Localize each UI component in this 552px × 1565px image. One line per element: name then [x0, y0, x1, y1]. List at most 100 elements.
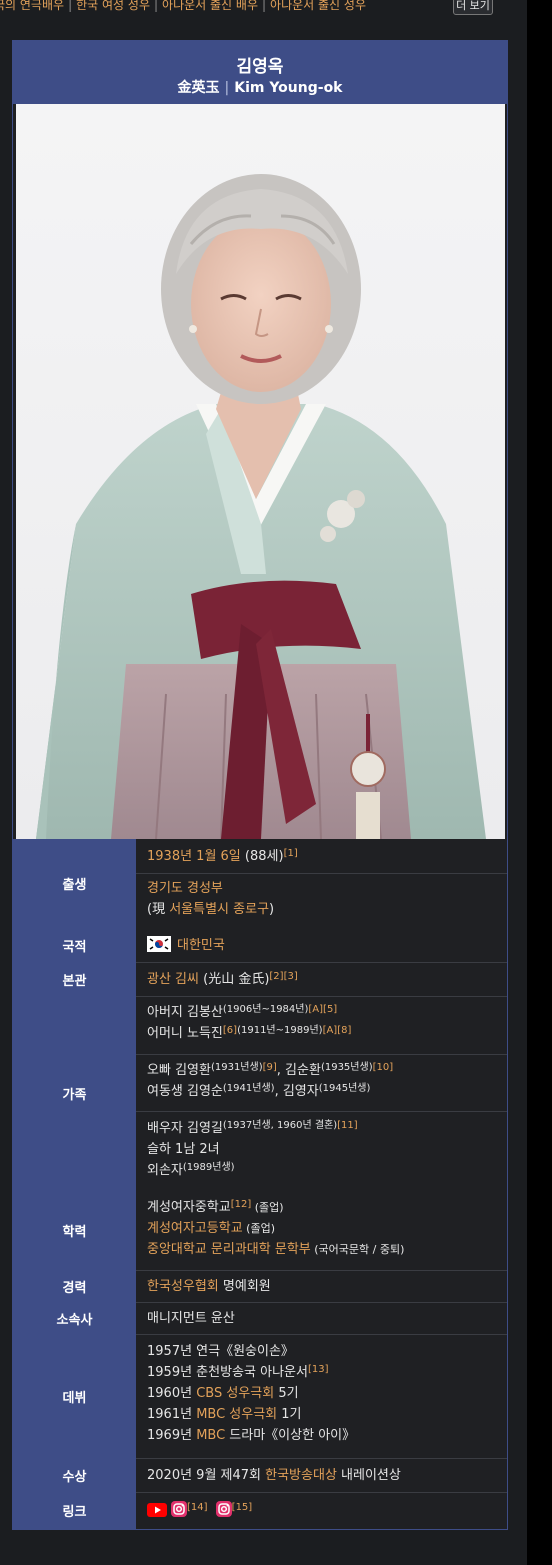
- row-debut: 데뷔 1957년 연극《원숭이손》 1959년 춘천방송국 아나운서[13] 1…: [13, 1334, 507, 1459]
- debut-suffix: 드라마《이상한 아이》: [225, 1428, 356, 1443]
- value-clan: 광산 김씨 (光山 金氏)[2][3]: [136, 962, 507, 997]
- value-nationality: 대한민국: [136, 928, 507, 963]
- debut-suffix: 1기: [277, 1407, 302, 1422]
- debut-line: 1961년 MBC 성우극회 1기: [136, 1404, 507, 1425]
- spouse-prefix: 배우자: [147, 1121, 188, 1136]
- portrait-illustration: [36, 174, 486, 839]
- value-agency: 매니지먼트 윤산: [136, 1302, 507, 1335]
- grandson-line: 외손자(1989년생): [136, 1160, 507, 1181]
- footnote-link[interactable]: [9]: [263, 1062, 277, 1073]
- debut-year: 1961년: [147, 1407, 197, 1422]
- category-link[interactable]: 아나운서 출신 배우: [162, 0, 258, 12]
- footnote-link[interactable]: [11]: [337, 1120, 358, 1131]
- footnote-link[interactable]: [12]: [231, 1199, 252, 1210]
- footnote-link[interactable]: [5]: [323, 1004, 337, 1015]
- debut-line: 1959년 춘천방송국 아나운서[13]: [136, 1362, 507, 1383]
- father-years: (1906년~1984년): [222, 1004, 309, 1015]
- mother-prefix: 어머니: [147, 1026, 188, 1041]
- footnote-link[interactable]: [6]: [223, 1025, 237, 1036]
- row-family: 가족 아버지 김봉산(1906년~1984년)[A][5] 어머니 노득진[6]…: [13, 996, 507, 1191]
- birth-place-link[interactable]: 경기도 경성부: [147, 881, 223, 896]
- infobox: 김영옥 金英玉 | Kim Young-ok 출생 1938년 1월 6일 (8…: [12, 40, 508, 1530]
- category-link[interactable]: 아나운서 출신 성우: [270, 0, 366, 12]
- father-prefix: 아버지: [147, 1005, 188, 1020]
- school-link[interactable]: 중앙대학교 문리과대학 문학부: [147, 1242, 311, 1257]
- award-link[interactable]: 한국방송대상: [265, 1468, 337, 1483]
- value-award: 2020년 9월 제47회 한국방송대상 내레이션상: [136, 1458, 507, 1493]
- footnote-link[interactable]: [13]: [308, 1364, 329, 1375]
- birth-place-line: 경기도 경성부: [136, 873, 507, 899]
- birth-current-place-line: (現 서울특별시 종로구): [136, 899, 507, 920]
- label-award: 수상: [13, 1458, 136, 1493]
- footnote-link[interactable]: [14]: [187, 1502, 208, 1513]
- spouse-years: (1937년생, 1960년 결혼): [222, 1120, 338, 1131]
- footnote-link[interactable]: [15]: [232, 1502, 253, 1513]
- school-name: 계성여자중학교: [147, 1200, 231, 1215]
- mother-years: (1911년~1989년): [237, 1025, 323, 1036]
- brother-years: (1931년생): [210, 1062, 263, 1073]
- portrait-photo[interactable]: [16, 104, 505, 839]
- brother-name: 김순환: [285, 1063, 321, 1078]
- footnote-link[interactable]: [8]: [337, 1025, 351, 1036]
- debut-link[interactable]: MBC: [196, 1428, 225, 1443]
- award-date: 2020년 9월 제47회: [147, 1468, 266, 1483]
- sister-name: 김영자: [282, 1084, 319, 1099]
- row-nationality: 국적 대한민국: [13, 928, 507, 963]
- category-link[interactable]: 한국 여성 성우: [76, 0, 150, 12]
- nationality-link[interactable]: 대한민국: [177, 938, 225, 953]
- education-line: 계성여자고등학교 (졸업): [136, 1218, 507, 1239]
- instagram-icon[interactable]: [171, 1501, 187, 1524]
- brother-years: (1935년생): [320, 1062, 373, 1073]
- sister-separator: ,: [274, 1084, 283, 1099]
- school-note: (국어국문학 / 중퇴): [310, 1243, 405, 1256]
- birth-date-link[interactable]: 1938년 1월 6일: [147, 849, 241, 864]
- value-birth: 1938년 1월 6일 (88세)[1] 경기도 경성부 (現 서울특별시 종로…: [136, 839, 507, 928]
- sister-prefix: 여동생: [147, 1084, 188, 1099]
- current-place-suffix: ): [269, 902, 275, 917]
- footnote-link[interactable]: [1]: [284, 848, 298, 859]
- instagram-icon[interactable]: [215, 1501, 232, 1524]
- youtube-icon[interactable]: [147, 1503, 167, 1524]
- birth-place-cell: 경기도 경성부 (現 서울특별시 종로구): [136, 873, 507, 928]
- brother-name: 김영환: [175, 1063, 211, 1078]
- brother-prefix: 오빠: [147, 1063, 176, 1078]
- clan-link[interactable]: 광산 김씨: [147, 972, 199, 987]
- father-line: 아버지 김봉산(1906년~1984년)[A][5]: [136, 996, 507, 1023]
- label-education: 학력: [13, 1190, 136, 1271]
- nationality-line: 대한민국: [136, 928, 507, 959]
- agency-name: 매니지먼트 윤산: [147, 1311, 235, 1326]
- current-place-link[interactable]: 서울특별시 종로구: [169, 902, 269, 917]
- row-agency: 소속사 매니지먼트 윤산: [13, 1302, 507, 1335]
- footnote-link[interactable]: [3]: [284, 971, 298, 982]
- footnote-link[interactable]: [2]: [269, 971, 283, 982]
- category-bar: 국의 연극배우 | 한국 여성 성우 | 아나운서 출신 배우 | 아나운서 출신 성우 더…: [0, 0, 552, 17]
- flag-korea-icon: [147, 936, 171, 959]
- debut-text: 1959년 춘천방송국 아나운서: [147, 1365, 308, 1380]
- footnote-link[interactable]: [10]: [373, 1062, 394, 1073]
- value-education: 계성여자중학교[12] (졸업) 계성여자고등학교 (졸업) 중앙대학교 문리과…: [136, 1190, 507, 1271]
- school-link[interactable]: 계성여자고등학교: [147, 1221, 243, 1236]
- mother-line: 어머니 노득진[6](1911년~1989년)[A][8]: [136, 1023, 507, 1044]
- label-career: 경력: [13, 1270, 136, 1303]
- label-family: 가족: [13, 996, 136, 1191]
- spouse-line: 배우자 김영길(1937년생, 1960년 결혼)[11]: [136, 1111, 507, 1139]
- birth-date-cell: 1938년 1월 6일 (88세)[1]: [136, 839, 507, 874]
- row-links: 링크 [14] [15]: [13, 1492, 507, 1529]
- sister-years: (1941년생): [222, 1083, 275, 1094]
- more-categories-button[interactable]: 더 보기: [453, 0, 493, 15]
- clan-line: 광산 김씨 (光山 金氏)[2][3]: [136, 962, 507, 990]
- grandson-label: 외손자: [147, 1163, 183, 1178]
- debut-line: 1957년 연극《원숭이손》: [147, 1344, 294, 1359]
- debut-link[interactable]: MBC 성우극회: [196, 1407, 277, 1422]
- row-clan: 본관 광산 김씨 (光山 金氏)[2][3]: [13, 962, 507, 997]
- infobox-header: 김영옥 金英玉 | Kim Young-ok: [13, 41, 507, 104]
- footnote-link[interactable]: [A]: [323, 1025, 338, 1036]
- value-links: [14] [15]: [136, 1492, 507, 1529]
- career-link[interactable]: 한국성우협회: [147, 1279, 219, 1294]
- birth-date-line: 1938년 1월 6일 (88세)[1]: [136, 839, 507, 867]
- links-line: [14] [15]: [136, 1492, 507, 1524]
- debut-link[interactable]: CBS 성우극회: [196, 1386, 274, 1401]
- category-link[interactable]: 국의 연극배우: [0, 0, 64, 12]
- footnote-link[interactable]: [A]: [308, 1004, 323, 1015]
- right-margin: [527, 0, 552, 1565]
